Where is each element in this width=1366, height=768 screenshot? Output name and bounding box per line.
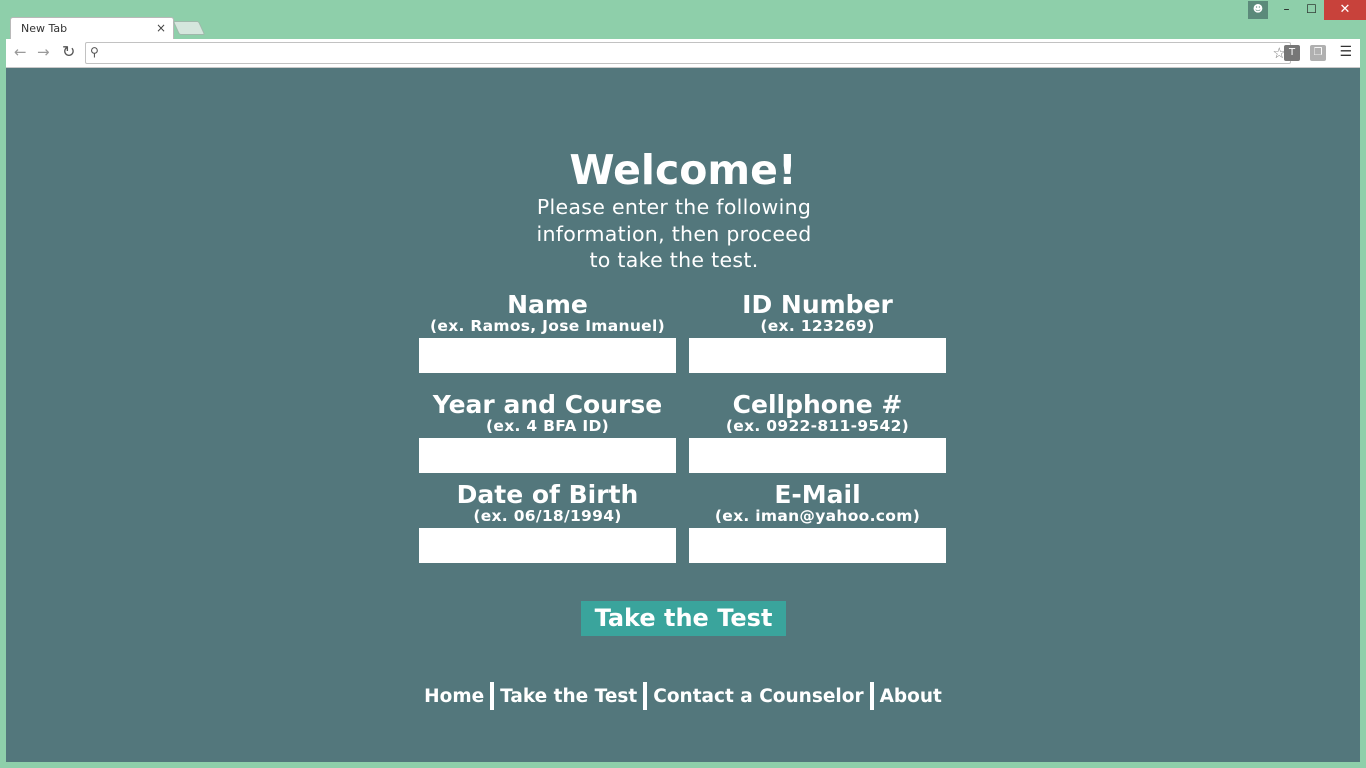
intro-line: to take the test. bbox=[589, 248, 759, 272]
year-course-field-group: Year and Course (ex. 4 BFA ID) bbox=[419, 390, 676, 473]
name-input[interactable] bbox=[419, 338, 676, 373]
id-number-input[interactable] bbox=[689, 338, 946, 373]
reload-icon[interactable]: ↻ bbox=[62, 42, 75, 61]
name-label: Name bbox=[507, 290, 588, 319]
window-titlebar: New Tab × ☻ – ☐ ✕ bbox=[0, 0, 1366, 40]
maximize-button[interactable]: ☐ bbox=[1299, 0, 1324, 20]
page-viewport: Welcome! Please enter the following info… bbox=[6, 68, 1360, 762]
intro-line: information, then proceed bbox=[536, 221, 812, 246]
date-of-birth-field-group: Date of Birth (ex. 06/18/1994) bbox=[419, 480, 676, 563]
date-of-birth-input[interactable] bbox=[419, 528, 676, 563]
profile-icon[interactable]: ☻ bbox=[1248, 1, 1268, 19]
name-hint: (ex. Ramos, Jose Imanuel) bbox=[430, 317, 665, 335]
cellphone-label: Cellphone # bbox=[732, 390, 903, 419]
close-window-button[interactable]: ✕ bbox=[1324, 0, 1366, 20]
email-label: E-Mail bbox=[774, 480, 861, 509]
id-number-field-group: ID Number (ex. 123269) bbox=[689, 290, 946, 373]
back-arrow-icon[interactable]: ← bbox=[14, 43, 27, 61]
cellphone-hint: (ex. 0922-811-9542) bbox=[725, 417, 910, 435]
cellphone-input[interactable] bbox=[689, 438, 946, 473]
nav-divider bbox=[490, 682, 495, 710]
menu-icon[interactable]: ☰ bbox=[1339, 44, 1352, 60]
intro-text: Please enter the following information, … bbox=[523, 194, 825, 274]
date-of-birth-label: Date of Birth bbox=[456, 480, 639, 509]
name-field-group: Name (ex. Ramos, Jose Imanuel) bbox=[419, 290, 676, 373]
search-icon: ⚲ bbox=[90, 45, 99, 59]
nav-link-take-the-test[interactable]: Take the Test bbox=[500, 686, 637, 707]
year-course-hint: (ex. 4 BFA ID) bbox=[486, 417, 609, 435]
email-field-group: E-Mail (ex. iman@yahoo.com) bbox=[689, 480, 946, 563]
tab-close-icon[interactable]: × bbox=[156, 21, 166, 35]
nav-link-about[interactable]: About bbox=[880, 686, 942, 707]
extension-t-icon[interactable]: T bbox=[1284, 45, 1300, 61]
extension-tabs-icon[interactable]: ❐ bbox=[1310, 45, 1326, 61]
nav-link-contact-counselor[interactable]: Contact a Counselor bbox=[653, 686, 863, 707]
browser-toolbar: ← → ↻ ⚲ ☆ T ❐ ☰ bbox=[6, 39, 1360, 68]
email-hint: (ex. iman@yahoo.com) bbox=[714, 507, 921, 525]
tab-title: New Tab bbox=[21, 22, 68, 35]
year-course-label: Year and Course bbox=[432, 390, 663, 419]
address-input[interactable] bbox=[108, 44, 1258, 62]
footer-nav: Home Take the Test Contact a Counselor A… bbox=[6, 682, 1360, 710]
forward-arrow-icon[interactable]: → bbox=[37, 43, 50, 61]
window-controls: ☻ – ☐ ✕ bbox=[1248, 0, 1366, 20]
new-tab-button[interactable] bbox=[172, 21, 206, 35]
take-the-test-button[interactable]: Take the Test bbox=[581, 601, 786, 636]
nav-link-home[interactable]: Home bbox=[424, 686, 484, 707]
id-number-hint: (ex. 123269) bbox=[760, 317, 875, 335]
browser-tab[interactable]: New Tab × bbox=[10, 17, 174, 40]
year-course-input[interactable] bbox=[419, 438, 676, 473]
address-bar[interactable]: ⚲ ☆ bbox=[85, 42, 1291, 64]
nav-divider bbox=[869, 682, 874, 710]
id-number-label: ID Number bbox=[742, 290, 893, 319]
minimize-button[interactable]: – bbox=[1274, 0, 1299, 20]
nav-divider bbox=[643, 682, 648, 710]
intro-line: Please enter the following bbox=[536, 195, 812, 219]
cellphone-field-group: Cellphone # (ex. 0922-811-9542) bbox=[689, 390, 946, 473]
email-input[interactable] bbox=[689, 528, 946, 563]
page-title: Welcome! bbox=[569, 146, 797, 194]
date-of-birth-hint: (ex. 06/18/1994) bbox=[473, 507, 622, 525]
